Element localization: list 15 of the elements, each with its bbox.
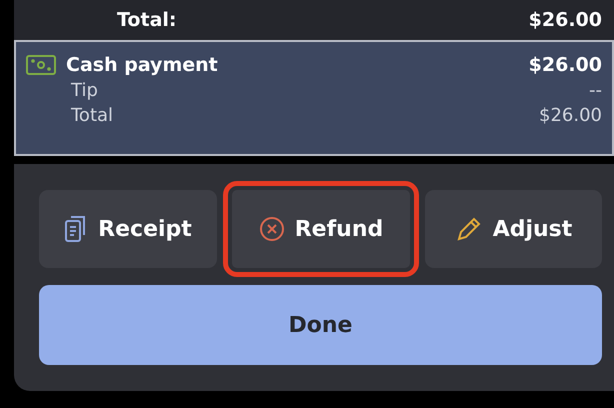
payment-amount: $26.00 (528, 54, 602, 76)
total-amount: $26.00 (528, 9, 602, 31)
receipt-button[interactable]: Receipt (39, 190, 217, 268)
cash-icon (26, 55, 56, 75)
adjust-button[interactable]: Adjust (425, 190, 602, 268)
refund-button[interactable]: Refund (223, 181, 419, 277)
line-value: -- (589, 80, 602, 101)
payment-method: Cash payment (66, 54, 218, 76)
cancel-circle-icon (258, 216, 285, 242)
line-value: $26.00 (539, 105, 602, 126)
pencil-icon (454, 215, 483, 243)
line-label: Tip (71, 80, 98, 101)
total-label: Total: (117, 9, 177, 31)
line-label: Total (71, 105, 114, 126)
done-button[interactable]: Done (39, 285, 602, 365)
